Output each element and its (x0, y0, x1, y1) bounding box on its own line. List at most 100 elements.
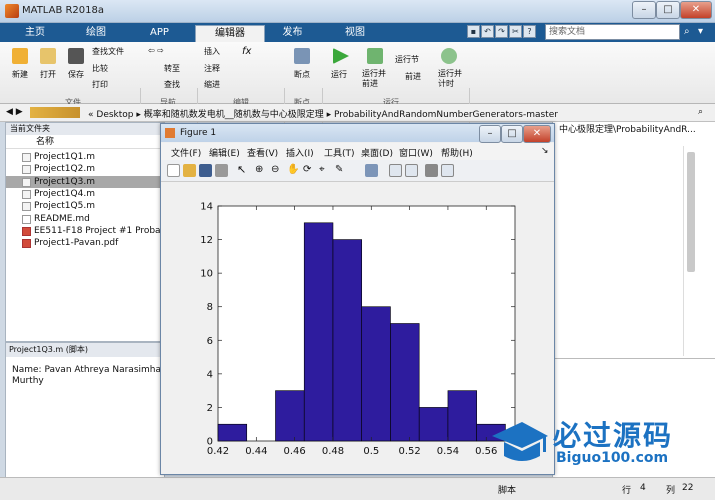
close-button[interactable]: ✕ (680, 1, 712, 19)
menu-file[interactable]: 文件(F) (171, 146, 201, 159)
open-icon[interactable] (183, 164, 196, 177)
histogram-bar (332, 239, 363, 442)
find-files-button[interactable]: 查找文件 (92, 46, 124, 57)
file-list-item[interactable]: EE511-F18 Project #1 Probabilit (6, 225, 164, 237)
status-row: 4 (640, 483, 646, 493)
minimize-button[interactable]: – (632, 1, 656, 19)
zoom-in-icon[interactable]: ⊕ (255, 164, 268, 177)
fx-button[interactable]: fx (242, 46, 251, 57)
nav-arrows-icon[interactable]: ◀ ▶ (6, 107, 23, 117)
save-icon[interactable]: ▪ (467, 25, 480, 38)
search-icon[interactable]: ⌕ (684, 26, 690, 37)
menu-dock-icon[interactable]: ↘ (541, 146, 549, 156)
figure-toolbar: ↖ ⊕ ⊖ ✋ ⟳ ⌖ ✎ (161, 160, 554, 182)
hide-tools-icon[interactable] (425, 164, 438, 177)
path-search-icon[interactable]: ⌕ (698, 107, 703, 117)
file-list-item[interactable]: Project1Q2.m (6, 163, 164, 175)
brush-icon[interactable]: ✎ (335, 164, 348, 177)
menu-insert[interactable]: 插入(I) (286, 146, 314, 159)
menu-help[interactable]: 帮助(H) (441, 146, 473, 159)
maximize-button[interactable]: □ (656, 1, 680, 19)
colorbar-icon[interactable] (389, 164, 402, 177)
file-list-item[interactable]: Project1Q1.m (6, 151, 164, 163)
tab-home[interactable]: 主页 (10, 25, 60, 42)
show-tools-icon[interactable] (441, 164, 454, 177)
tab-editor[interactable]: 编辑器 (195, 25, 265, 42)
file-icon (22, 202, 31, 212)
run-section-button[interactable]: 运行节 (395, 54, 419, 65)
menu-desktop[interactable]: 桌面(D) (361, 146, 393, 159)
column-header-name[interactable]: 名称 (6, 136, 164, 149)
comment-button[interactable]: 注释 (204, 63, 220, 74)
rotate-icon[interactable]: ⟳ (303, 164, 316, 177)
link-plot-icon[interactable] (365, 164, 378, 177)
help-icon[interactable]: ? (523, 25, 536, 38)
pointer-icon[interactable]: ↖ (237, 164, 250, 177)
tab-plots[interactable]: 绘图 (66, 25, 126, 42)
legend-icon[interactable] (405, 164, 418, 177)
new-button[interactable]: 新建 (12, 69, 28, 80)
address-bar: ◀ ▶ « Desktop ▸ 概率和随机数发电机__随机数与中心极限定理 ▸ … (0, 104, 715, 122)
search-input[interactable]: 搜索文档 (545, 24, 680, 40)
print-button[interactable]: 打印 (92, 79, 108, 90)
editor-scrollbar[interactable] (687, 152, 695, 272)
goto-button[interactable]: 转至 (164, 63, 180, 74)
file-list-item[interactable]: Project1Q3.m (6, 175, 164, 188)
save-disk-icon (68, 48, 84, 64)
editor-path-tail: 中心极限定理\ProbabilityAndR... (559, 125, 696, 135)
save-button[interactable]: 保存 (68, 69, 84, 80)
menu-tools[interactable]: 工具(T) (324, 146, 355, 159)
divider (553, 358, 715, 359)
menu-edit[interactable]: 编辑(E) (209, 146, 240, 159)
file-list-item[interactable]: Project1Q5.m (6, 200, 164, 212)
figure-title: Figure 1 (180, 128, 217, 138)
redo-icon[interactable]: ↷ (495, 25, 508, 38)
run-advance-button[interactable]: 运行并 前进 (362, 69, 386, 89)
menu-view[interactable]: 查看(V) (247, 146, 278, 159)
zoom-out-icon[interactable]: ⊖ (271, 164, 284, 177)
figure-minimize-button[interactable]: – (479, 125, 501, 143)
new-figure-icon[interactable] (167, 164, 180, 177)
panel-header: 当前文件夹 (6, 123, 164, 135)
back-forward-icon[interactable]: ⇦ ⇨ (148, 46, 164, 55)
run-and-time-button[interactable]: 运行并 计时 (438, 69, 462, 89)
breadcrumb[interactable]: « Desktop ▸ 概率和随机数发电机__随机数与中心极限定理 ▸ Prob… (88, 107, 558, 120)
histogram-bar (447, 390, 477, 442)
pan-icon[interactable]: ✋ (287, 164, 300, 177)
tab-publish[interactable]: 发布 (270, 25, 315, 42)
file-list-item[interactable]: Project1Q4.m (6, 188, 164, 200)
data-cursor-icon[interactable]: ⌖ (319, 164, 332, 177)
file-list-item[interactable]: README.md (6, 213, 164, 225)
undo-icon[interactable]: ↶ (481, 25, 494, 38)
find-button[interactable]: 查找 (164, 79, 180, 90)
file-list-item[interactable]: Project1-Pavan.pdf (6, 237, 164, 249)
cut-icon[interactable]: ✂ (509, 25, 522, 38)
figure-maximize-button[interactable]: □ (501, 125, 523, 143)
y-tick-label: 14 (200, 202, 213, 213)
indent-button[interactable]: 缩进 (204, 79, 220, 90)
tab-apps[interactable]: APP (132, 25, 187, 42)
insert-button[interactable]: 插入 (204, 46, 220, 57)
compare-button[interactable]: 比较 (92, 63, 108, 74)
file-name: Project1Q1.m (34, 152, 95, 162)
folder-icon[interactable] (30, 107, 80, 118)
open-button[interactable]: 打开 (40, 69, 56, 80)
details-text: Name: Pavan Athreya Narasimha Murthy (12, 365, 162, 386)
pdf-file-icon (22, 239, 31, 249)
run-icon (333, 48, 349, 64)
file-name: README.md (34, 213, 90, 224)
breadcrumb-path[interactable]: Desktop ▸ 概率和随机数发电机__随机数与中心极限定理 ▸ Probab… (96, 110, 558, 120)
status-bar: 脚本 行 4 列 22 (0, 477, 715, 500)
advance-button[interactable]: 前进 (405, 71, 421, 82)
save-icon[interactable] (199, 164, 212, 177)
breakpoints-button[interactable]: 断点 (294, 69, 310, 80)
run-button[interactable]: 运行 (331, 69, 347, 80)
ribbon: 新建 打开 保存 查找文件 比较 打印 文件 ⇦ ⇨ 转至 查找 导航 插入 注… (0, 42, 715, 142)
breadcrumb-root[interactable]: « (88, 110, 94, 120)
tab-view[interactable]: 视图 (325, 25, 385, 42)
x-tick-label: 0.5 (363, 446, 379, 457)
figure-close-button[interactable]: ✕ (523, 125, 551, 143)
print-icon[interactable] (215, 164, 228, 177)
menu-window[interactable]: 窗口(W) (399, 146, 433, 159)
collapse-ribbon-icon[interactable]: ▾ (698, 26, 703, 37)
